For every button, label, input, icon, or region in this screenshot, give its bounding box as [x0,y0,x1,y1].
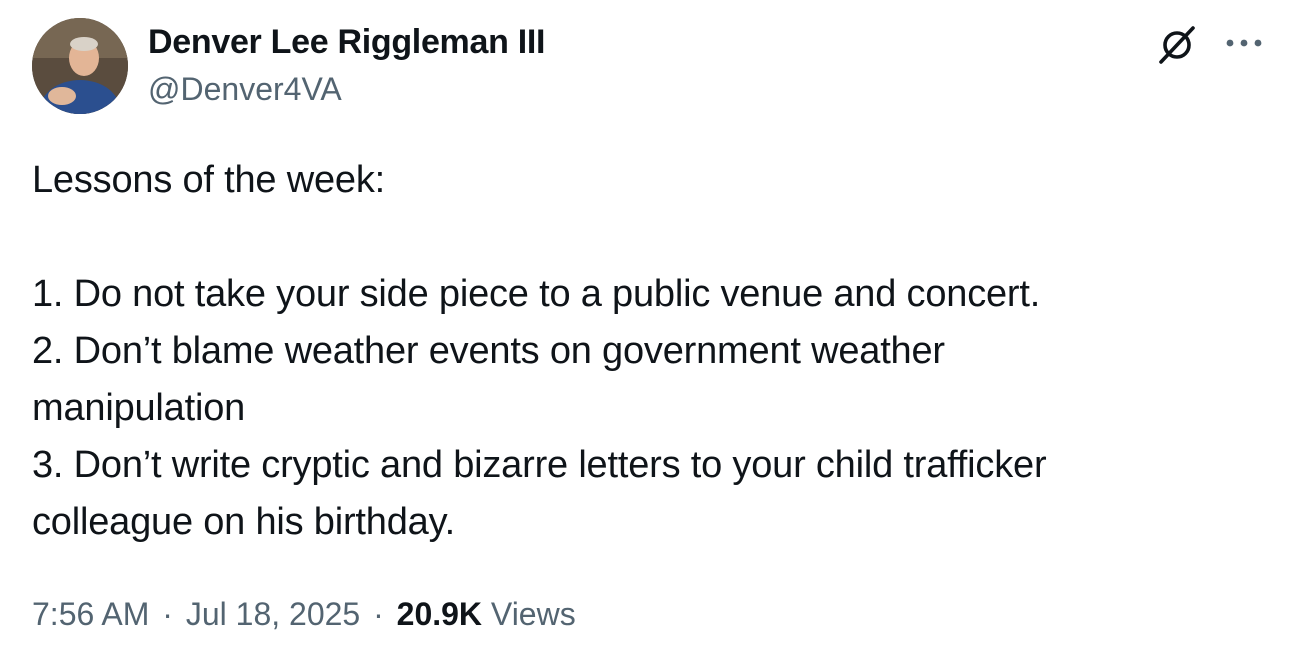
views-count[interactable]: 20.9K [397,596,482,632]
tweet-line: 2. Don’t blame weather events on governm… [32,330,945,372]
author-handle[interactable]: @Denver4VA [148,67,545,111]
meta-separator: · [373,596,384,632]
tweet-card: Denver Lee Riggleman III @Denver4VA Less… [0,0,1298,654]
more-options-icon[interactable] [1222,26,1266,60]
avatar-photo-icon [32,18,128,114]
views-label[interactable]: Views [491,596,576,632]
tweet-meta: 7:56 AM · Jul 18, 2025 · 20.9K Views [32,592,576,636]
tweet-date[interactable]: Jul 18, 2025 [186,596,360,632]
tweet-line: 1. Do not take your side piece to a publ… [32,273,1041,315]
tweet-line: Lessons of the week: [32,159,385,201]
tweet-line: colleague on his birthday. [32,501,455,543]
author-names: Denver Lee Riggleman III @Denver4VA [148,21,545,111]
tweet-time[interactable]: 7:56 AM [32,596,149,632]
meta-separator: · [162,596,173,632]
author-display-name[interactable]: Denver Lee Riggleman III [148,21,545,63]
tweet-header: Denver Lee Riggleman III @Denver4VA [32,18,545,114]
tweet-line: 3. Don’t write cryptic and bizarre lette… [32,444,1047,486]
grok-icon[interactable] [1155,22,1199,66]
tweet-line: manipulation [32,387,246,429]
tweet-text: Lessons of the week: 1. Do not take your… [32,152,1272,551]
profile-avatar[interactable] [32,18,128,114]
